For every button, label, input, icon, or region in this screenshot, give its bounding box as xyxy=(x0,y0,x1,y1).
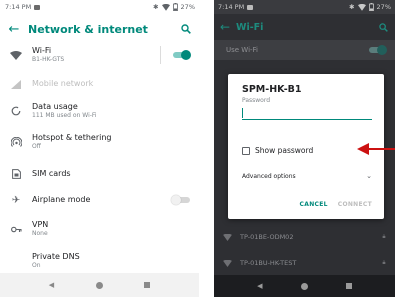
back-arrow-icon[interactable]: ← xyxy=(0,22,28,37)
back-nav-icon[interactable]: ◀ xyxy=(49,281,54,289)
bluetooth-icon: ✱ xyxy=(153,3,159,11)
wifi-signal-icon xyxy=(214,259,240,267)
wifi-row[interactable]: Wi-Fi B1-HK-GTS xyxy=(0,43,199,67)
vpn-subtitle: None xyxy=(32,230,48,237)
network-item[interactable]: TP-01BE-ODM02 🔒︎ xyxy=(214,229,395,245)
private-dns-subtitle: On xyxy=(32,262,41,269)
page-title: Wi-Fi xyxy=(236,21,264,33)
data-usage-title: Data usage xyxy=(32,102,78,111)
sim-card-icon xyxy=(0,169,32,179)
recents-nav-icon[interactable] xyxy=(144,282,151,288)
cancel-button[interactable]: CANCEL xyxy=(300,201,328,208)
text-cursor xyxy=(242,108,243,118)
network-name: TP-01BU-HK-TEST xyxy=(240,259,297,267)
data-usage-subtitle: 111 MB used on Wi-Fi xyxy=(32,112,97,119)
app-bar: ← Network & internet xyxy=(0,14,199,44)
battery-percent: 27% xyxy=(376,3,391,11)
data-usage-row[interactable]: Data usage 111 MB used on Wi-Fi xyxy=(0,99,199,123)
wifi-title: Wi-Fi xyxy=(32,46,52,55)
airplane-mode-row[interactable]: ✈ Airplane mode xyxy=(0,190,199,210)
home-nav-icon[interactable] xyxy=(95,281,103,289)
back-arrow-icon[interactable]: ← xyxy=(214,20,236,34)
dialog-title: SPM-HK-B1 xyxy=(242,84,302,95)
wifi-status-icon xyxy=(357,3,366,11)
wifi-icon xyxy=(0,50,32,60)
show-password-checkbox[interactable] xyxy=(242,146,250,155)
wifi-subtitle: B1-HK-GTS xyxy=(32,56,65,63)
show-password-option[interactable]: Show password xyxy=(242,146,313,155)
notification-icon xyxy=(34,4,41,10)
airplane-mode-title: Airplane mode xyxy=(32,195,91,204)
chevron-down-icon: ⌄ xyxy=(366,172,372,180)
lock-icon: 🔒︎ xyxy=(382,259,386,266)
airplane-icon: ✈ xyxy=(11,194,21,206)
battery-icon xyxy=(368,3,374,11)
back-nav-icon[interactable]: ◀ xyxy=(257,282,262,290)
advanced-options-dropdown[interactable]: Advanced options ⌄ xyxy=(242,172,372,180)
left-screen: 7:14 PM ✱ 27% ← Network & internet Wi-Fi… xyxy=(0,0,199,297)
search-icon[interactable] xyxy=(371,22,395,32)
password-label: Password xyxy=(242,97,271,104)
signal-icon xyxy=(0,79,32,89)
notification-icon xyxy=(247,4,254,10)
battery-icon xyxy=(172,3,178,11)
use-wifi-label: Use Wi-Fi xyxy=(226,46,259,54)
wifi-toggle[interactable] xyxy=(171,50,191,60)
advanced-options-label: Advanced options xyxy=(242,172,296,180)
app-bar: ← Wi-Fi xyxy=(214,14,395,40)
sim-cards-title: SIM cards xyxy=(32,169,71,178)
private-dns-title: Private DNS xyxy=(32,252,80,261)
home-nav-icon[interactable] xyxy=(300,282,308,290)
private-dns-row[interactable]: Private DNS On xyxy=(0,249,199,273)
status-bar: 7:14 PM ✱ 27% xyxy=(214,0,395,14)
navigation-bar: ◀ xyxy=(214,275,395,297)
network-item[interactable]: TP-01BU-HK-TEST 🔒︎ xyxy=(214,255,395,271)
vpn-title: VPN xyxy=(32,220,49,229)
mobile-network-row[interactable]: Mobile network xyxy=(0,73,199,95)
connect-button[interactable]: CONNECT xyxy=(338,201,372,208)
hotspot-row[interactable]: Hotspot & tethering Off xyxy=(0,130,199,154)
vpn-key-icon xyxy=(0,226,32,233)
recents-nav-icon[interactable] xyxy=(345,283,352,289)
sim-cards-row[interactable]: SIM cards xyxy=(0,164,199,184)
status-bar: 7:14 PM ✱ 27% xyxy=(0,0,199,14)
bluetooth-icon: ✱ xyxy=(349,3,355,11)
page-title: Network & internet xyxy=(28,22,148,36)
clock: 7:14 PM xyxy=(218,3,245,11)
clock: 7:14 PM xyxy=(5,3,32,11)
data-usage-icon xyxy=(0,106,32,116)
divider xyxy=(160,46,161,64)
lock-icon: 🔒︎ xyxy=(382,233,386,240)
hotspot-title: Hotspot & tethering xyxy=(32,133,112,142)
wifi-status-icon xyxy=(161,3,170,11)
wifi-signal-icon xyxy=(214,233,240,241)
search-icon[interactable] xyxy=(173,24,199,34)
dialog-buttons: CANCEL CONNECT xyxy=(300,201,372,208)
hotspot-icon xyxy=(0,137,32,147)
navigation-bar: ◀ xyxy=(0,273,199,297)
hotspot-subtitle: Off xyxy=(32,143,41,150)
mobile-network-title: Mobile network xyxy=(32,79,94,88)
airplane-mode-toggle[interactable] xyxy=(171,195,191,205)
password-input[interactable] xyxy=(242,106,372,120)
use-wifi-row[interactable]: Use Wi-Fi xyxy=(214,40,395,60)
battery-percent: 27% xyxy=(180,3,195,11)
network-name: TP-01BE-ODM02 xyxy=(240,233,294,241)
annotation-arrow-icon xyxy=(357,143,395,155)
show-password-label: Show password xyxy=(255,146,314,155)
use-wifi-toggle[interactable] xyxy=(367,45,387,55)
vpn-row[interactable]: VPN None xyxy=(0,217,199,241)
